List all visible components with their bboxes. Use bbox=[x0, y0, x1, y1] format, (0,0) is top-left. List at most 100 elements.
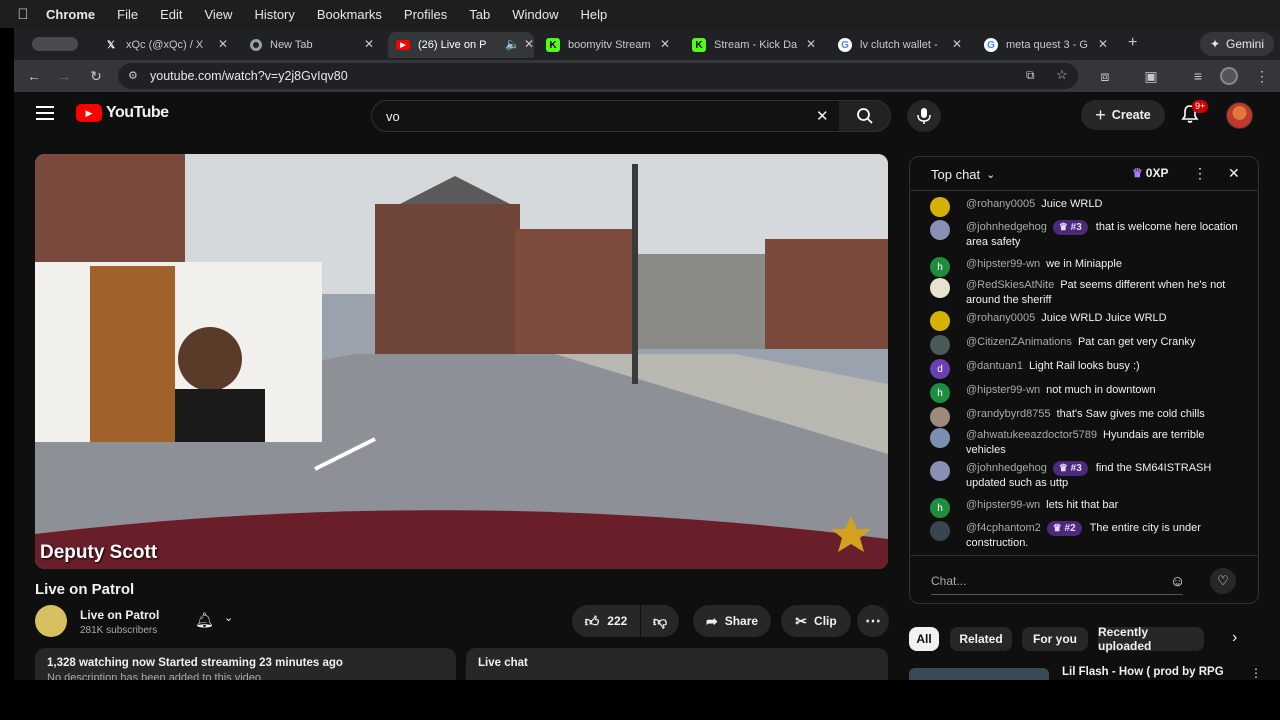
chat-author-avatar[interactable]: h bbox=[930, 257, 950, 277]
chat-author-name[interactable]: @dantuan1 bbox=[966, 360, 1023, 372]
chat-message[interactable]: @CitizenZAnimations Pat can get very Cran… bbox=[930, 335, 1240, 355]
audio-icon[interactable]: 🔈 bbox=[505, 37, 520, 51]
youtube-logo[interactable]: ▶ YouTube bbox=[76, 104, 169, 122]
chat-author-avatar[interactable]: h bbox=[930, 498, 950, 518]
chat-author-name[interactable]: @johnhedgehog bbox=[966, 462, 1047, 474]
tab-kick-stream[interactable]: K Stream - Kick Da ✕ bbox=[684, 32, 824, 58]
share-button[interactable]: ➦ Share bbox=[693, 605, 771, 637]
back-arrow-icon[interactable]: ← bbox=[22, 64, 46, 88]
video-player[interactable]: Deputy Scott bbox=[35, 154, 888, 569]
menu-view[interactable]: View bbox=[204, 7, 232, 22]
recommendation-menu-icon[interactable]: ⋮ bbox=[1250, 666, 1262, 680]
chat-message[interactable]: @johnhedgehog ♛ #3 find the SM64ISTRASH up… bbox=[930, 461, 1240, 491]
chat-author-name[interactable]: @hipster99-wn bbox=[966, 258, 1040, 270]
menu-bookmarks[interactable]: Bookmarks bbox=[317, 7, 382, 22]
menu-file[interactable]: File bbox=[117, 7, 138, 22]
chat-author-avatar[interactable] bbox=[930, 428, 950, 448]
create-button[interactable]: + Create bbox=[1081, 100, 1165, 130]
description-box[interactable]: 1,328 watching now Started streaming 23 … bbox=[35, 648, 456, 680]
clip-button[interactable]: ✂ Clip bbox=[781, 605, 851, 637]
subscribe-bell-icon[interactable]: 🔔︎ bbox=[195, 611, 214, 629]
notifications-button[interactable]: 9+ bbox=[1180, 100, 1209, 130]
chat-author-name[interactable]: @CitizenZAnimations bbox=[966, 336, 1072, 348]
menu-help[interactable]: Help bbox=[581, 7, 608, 22]
search-button[interactable] bbox=[839, 100, 891, 132]
close-icon[interactable]: ✕ bbox=[806, 37, 816, 51]
chat-message[interactable]: @f4cphantom2 ♛ #2 The entire city is under… bbox=[930, 521, 1240, 551]
chat-message[interactable]: @randybyrd8755 that's Saw gives me cold c… bbox=[930, 407, 1240, 427]
chip-for-you[interactable]: For you bbox=[1022, 627, 1088, 651]
forward-arrow-icon[interactable]: → bbox=[52, 64, 76, 88]
tab-boomyitv[interactable]: K boomyitv Stream ✕ bbox=[538, 32, 678, 58]
chat-author-name[interactable]: @johnhedgehog bbox=[966, 221, 1047, 233]
chat-menu-icon[interactable]: ⋮ bbox=[1193, 165, 1207, 182]
clear-search-icon[interactable]: ✕ bbox=[816, 107, 829, 125]
chat-message[interactable]: @johnhedgehog ♛ #3 that is welcome here lo… bbox=[930, 220, 1240, 250]
new-tab-plus-icon[interactable]: + bbox=[1128, 34, 1137, 52]
chat-author-name[interactable]: @ahwatukeeazdoctor5789 bbox=[966, 429, 1097, 441]
tab-search-icon[interactable]: ▣ bbox=[1139, 64, 1163, 88]
top-chat-dropdown[interactable]: Top chat ⌄ bbox=[931, 167, 995, 182]
tab-live-on-patrol[interactable]: ▶ (26) Live on P 🔈 ✕ bbox=[388, 32, 534, 58]
chrome-menu-icon[interactable]: ⋮ bbox=[1250, 64, 1274, 88]
menu-window[interactable]: Window bbox=[512, 7, 558, 22]
menu-history[interactable]: History bbox=[254, 7, 294, 22]
live-chat-box[interactable]: Live chat bbox=[466, 648, 888, 680]
chip-scroll-right-icon[interactable]: › bbox=[1232, 629, 1237, 647]
close-icon[interactable]: ✕ bbox=[1098, 37, 1108, 51]
xp-indicator[interactable]: ♛ 0XP bbox=[1132, 166, 1168, 180]
recommendation-title[interactable]: Lil Flash - How ( prod by RPG bbox=[1062, 666, 1224, 678]
chat-message[interactable]: h @hipster99-wn we in Miniapple bbox=[930, 257, 1240, 277]
tab-group-pill[interactable] bbox=[32, 37, 78, 51]
recommendation-thumbnail[interactable] bbox=[909, 668, 1049, 680]
tab-xqc[interactable]: 𝕏 xQc (@xQc) / X ✕ bbox=[96, 32, 236, 58]
chip-related[interactable]: Related bbox=[950, 627, 1012, 651]
chat-author-name[interactable]: @hipster99-wn bbox=[966, 499, 1040, 511]
chip-recently-uploaded[interactable]: Recently uploaded bbox=[1098, 625, 1204, 653]
site-info-icon[interactable]: ⚙ bbox=[128, 69, 138, 82]
chat-message[interactable]: h @hipster99-wn lets hit that bar bbox=[930, 498, 1240, 518]
close-icon[interactable]: ✕ bbox=[952, 37, 962, 51]
hamburger-menu-icon[interactable] bbox=[36, 106, 54, 120]
like-button[interactable]: 👍︎ 222 bbox=[572, 605, 640, 637]
chat-message[interactable]: @ahwatukeeazdoctor5789 Hyundais are terri… bbox=[930, 428, 1240, 458]
chat-author-name[interactable]: @randybyrd8755 bbox=[966, 408, 1051, 420]
media-control-icon[interactable]: ≡ bbox=[1186, 64, 1210, 88]
reload-icon[interactable]: ↻ bbox=[84, 64, 108, 88]
voice-search-button[interactable] bbox=[907, 100, 941, 132]
heart-icon[interactable]: ♡ bbox=[1210, 568, 1236, 594]
dislike-button[interactable]: 👎︎ bbox=[641, 605, 679, 637]
chat-message[interactable]: d @dantuan1 Light Rail looks busy :) bbox=[930, 359, 1240, 379]
chat-author-avatar[interactable] bbox=[930, 461, 950, 481]
chat-message[interactable]: h @hipster99-wn not much in downtown bbox=[930, 383, 1240, 403]
chat-author-name[interactable]: @RedSkiesAtNite bbox=[966, 279, 1054, 291]
close-icon[interactable]: ✕ bbox=[218, 37, 228, 51]
chevron-down-icon[interactable]: ⌄ bbox=[224, 611, 233, 624]
chat-author-avatar[interactable] bbox=[930, 407, 950, 427]
tab-meta-quest[interactable]: G meta quest 3 - G ✕ bbox=[976, 32, 1116, 58]
close-icon[interactable]: ✕ bbox=[364, 37, 374, 51]
search-input[interactable]: vo ✕ bbox=[371, 100, 849, 132]
profile-avatar[interactable] bbox=[1220, 67, 1238, 85]
channel-name[interactable]: Live on Patrol bbox=[80, 608, 159, 622]
apple-icon[interactable]:  bbox=[0, 6, 46, 23]
chat-author-avatar[interactable] bbox=[930, 197, 950, 217]
install-app-icon[interactable]: ⧉ bbox=[1026, 68, 1035, 83]
more-actions-icon[interactable]: ⋯ bbox=[857, 605, 889, 637]
chat-author-avatar[interactable] bbox=[930, 311, 950, 331]
chat-message[interactable]: @rohany0005 Juice WRLD bbox=[930, 197, 1240, 217]
emoji-icon[interactable]: ☺ bbox=[1170, 573, 1185, 590]
chat-author-name[interactable]: @f4cphantom2 bbox=[966, 522, 1041, 534]
menu-tab[interactable]: Tab bbox=[469, 7, 490, 22]
extensions-icon[interactable]: ⧈ bbox=[1093, 64, 1117, 88]
channel-avatar[interactable] bbox=[35, 605, 67, 637]
chat-author-avatar[interactable] bbox=[930, 220, 950, 240]
chat-author-name[interactable]: @rohany0005 bbox=[966, 198, 1035, 210]
chip-all[interactable]: All bbox=[909, 627, 939, 651]
chat-author-avatar[interactable] bbox=[930, 278, 950, 298]
chat-author-avatar[interactable]: d bbox=[930, 359, 950, 379]
close-icon[interactable]: ✕ bbox=[660, 37, 670, 51]
gemini-button[interactable]: ✦ Gemini bbox=[1200, 32, 1274, 56]
tab-new-tab[interactable]: New Tab ✕ bbox=[242, 32, 382, 58]
account-avatar[interactable] bbox=[1226, 102, 1253, 129]
